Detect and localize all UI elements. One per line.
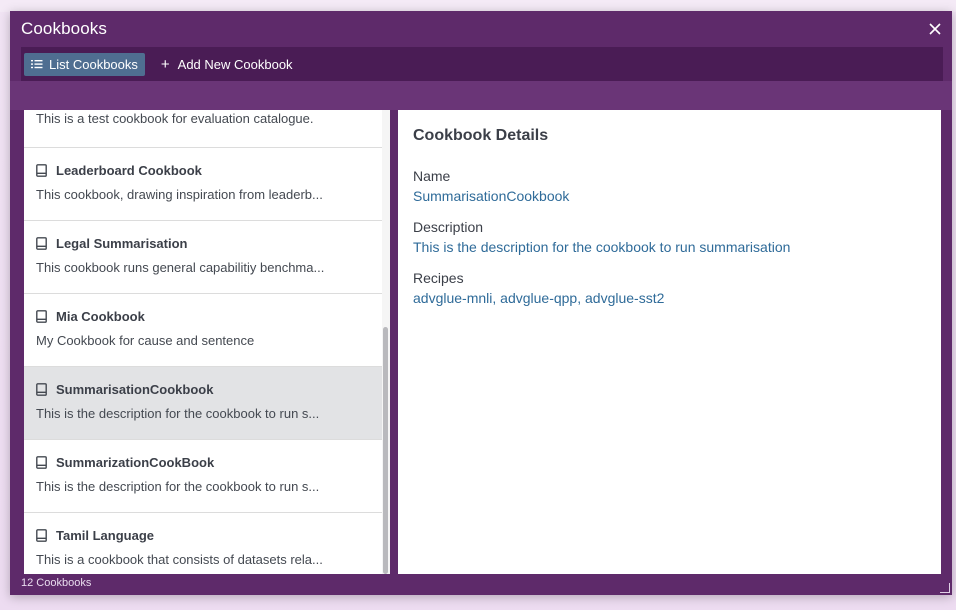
recipes-label: Recipes bbox=[413, 270, 464, 286]
list-item-description: My Cookbook for cause and sentence bbox=[36, 333, 255, 348]
list-item-description: This cookbook, drawing inspiration from … bbox=[36, 187, 323, 202]
name-label: Name bbox=[413, 168, 451, 184]
list-item-name: SummarizationCookBook bbox=[56, 454, 215, 470]
close-button[interactable] bbox=[926, 20, 944, 38]
list-item-selected[interactable]: SummarisationCookbook This is the descri… bbox=[24, 367, 382, 440]
list-icon bbox=[31, 60, 43, 69]
cookbook-count: 12 Cookbooks bbox=[21, 577, 92, 589]
toolbar: List Cookbooks + Add New Cookbook bbox=[21, 47, 943, 81]
book-icon bbox=[36, 455, 47, 469]
list-item-name: SummarisationCookbook bbox=[56, 381, 214, 397]
cookbook-list: This is a test cookbook for evaluation c… bbox=[24, 110, 382, 574]
book-icon bbox=[36, 528, 47, 542]
window-title: Cookbooks bbox=[21, 19, 107, 38]
recipes-value: advglue-mnli, advglue-qpp, advglue-sst2 bbox=[413, 290, 665, 306]
add-new-cookbook-label: Add New Cookbook bbox=[177, 56, 293, 72]
window-titlebar: Cookbooks bbox=[10, 11, 952, 47]
list-cookbooks-button[interactable]: List Cookbooks bbox=[24, 52, 145, 76]
list-item-name: Tamil Language bbox=[56, 527, 154, 543]
close-icon bbox=[929, 23, 941, 35]
list-item-description: This cookbook runs general capabilitiy b… bbox=[36, 260, 325, 275]
list-cookbooks-label: List Cookbooks bbox=[49, 56, 138, 72]
cookbooks-window: Cookbooks List Cookbooks + Add New Cookb… bbox=[10, 11, 952, 595]
cookbook-list-panel: This is a test cookbook for evaluation c… bbox=[24, 110, 390, 574]
list-item[interactable]: This is a test cookbook for evaluation c… bbox=[24, 110, 382, 148]
name-value: SummarisationCookbook bbox=[413, 188, 570, 204]
list-item-description: This is a cookbook that consists of data… bbox=[36, 552, 323, 567]
description-value: This is the description for the cookbook… bbox=[413, 239, 791, 255]
list-item-description: This is the description for the cookbook… bbox=[36, 406, 320, 421]
details-heading: Cookbook Details bbox=[413, 127, 549, 144]
list-item[interactable]: SummarizationCookBook This is the descri… bbox=[24, 440, 382, 513]
list-item-name: Mia Cookbook bbox=[56, 308, 145, 324]
list-scrollbar-thumb[interactable] bbox=[383, 327, 388, 574]
list-item[interactable]: Tamil Language This is a cookbook that c… bbox=[24, 513, 382, 574]
list-item[interactable]: Mia Cookbook My Cookbook for cause and s… bbox=[24, 294, 382, 367]
list-item-description: This is a test cookbook for evaluation c… bbox=[36, 111, 314, 126]
toolbar-divider bbox=[10, 81, 952, 110]
resize-handle[interactable] bbox=[940, 583, 950, 593]
list-item-name: Leaderboard Cookbook bbox=[56, 162, 202, 178]
list-item[interactable]: Legal Summarisation This cookbook runs g… bbox=[24, 221, 382, 294]
list-scrollbar[interactable] bbox=[382, 110, 390, 574]
book-icon bbox=[36, 309, 47, 323]
list-item-description: This is the description for the cookbook… bbox=[36, 479, 320, 494]
book-icon bbox=[36, 163, 47, 177]
description-label: Description bbox=[413, 219, 484, 235]
book-icon bbox=[36, 382, 47, 396]
plus-icon: + bbox=[160, 55, 170, 73]
list-item[interactable]: Leaderboard Cookbook This cookbook, draw… bbox=[24, 148, 382, 221]
cookbook-details-panel: Cookbook Details Name SummarisationCookb… bbox=[398, 110, 941, 574]
list-item-name: Legal Summarisation bbox=[56, 235, 188, 251]
add-new-cookbook-button[interactable]: + Add New Cookbook bbox=[161, 53, 300, 76]
book-icon bbox=[36, 236, 47, 250]
